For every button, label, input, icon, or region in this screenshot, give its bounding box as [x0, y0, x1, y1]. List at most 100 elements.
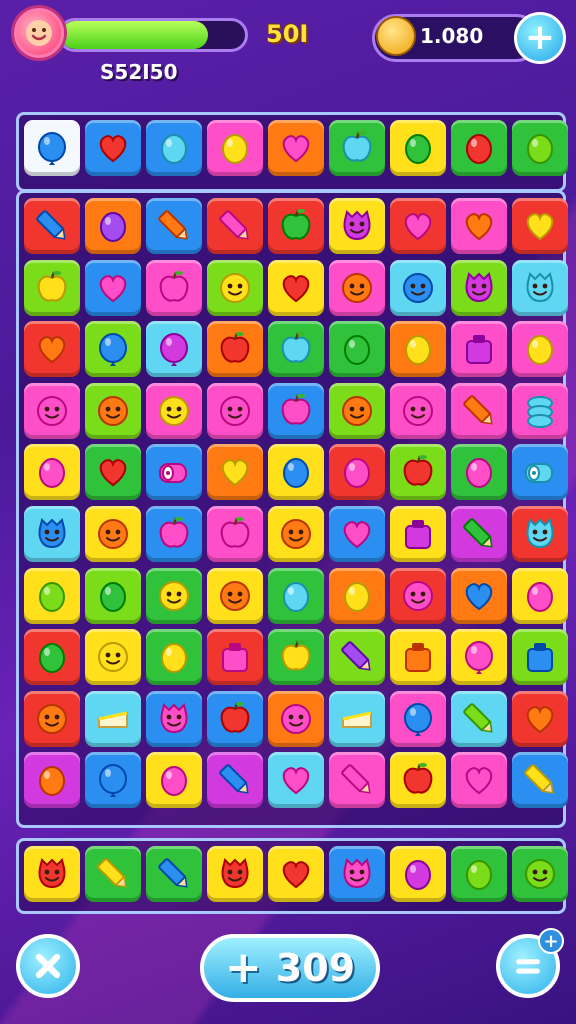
board-tile[interactable] — [390, 567, 446, 624]
moves-button[interactable]: + 309 — [200, 934, 380, 1002]
board-tile[interactable] — [207, 259, 263, 316]
board-tile[interactable] — [85, 629, 141, 686]
board-tile[interactable] — [146, 690, 202, 747]
board-tile[interactable] — [512, 629, 568, 686]
board-tile[interactable] — [512, 444, 568, 501]
board-tile[interactable] — [390, 629, 446, 686]
board-tile[interactable] — [24, 321, 80, 378]
top-tray-tile[interactable] — [390, 120, 446, 176]
top-tray-tile[interactable] — [451, 120, 507, 176]
board-tile[interactable] — [24, 690, 80, 747]
board-tile[interactable] — [451, 506, 507, 562]
board-tile[interactable] — [512, 690, 568, 747]
board-tile[interactable] — [24, 506, 80, 562]
board-tile[interactable] — [451, 567, 507, 624]
board-tile[interactable] — [512, 259, 568, 316]
top-tray-tile[interactable] — [512, 120, 568, 176]
board-tile[interactable] — [85, 752, 141, 809]
board-tile[interactable] — [24, 444, 80, 501]
board-tile[interactable] — [390, 506, 446, 562]
bottom-tray-tile[interactable] — [85, 846, 141, 902]
player-avatar[interactable] — [14, 8, 64, 58]
board-tile[interactable] — [207, 690, 263, 747]
board-tile[interactable] — [329, 382, 385, 439]
board-tile[interactable] — [207, 198, 263, 254]
board-tile[interactable] — [512, 567, 568, 624]
board-tile[interactable] — [512, 198, 568, 254]
close-button[interactable] — [16, 934, 80, 998]
board-tile[interactable] — [85, 690, 141, 747]
board-tile[interactable] — [390, 444, 446, 501]
board-tile[interactable] — [85, 506, 141, 562]
board-tile[interactable] — [390, 752, 446, 809]
board-tile[interactable] — [451, 198, 507, 254]
board-tile[interactable] — [207, 321, 263, 378]
board-tile[interactable] — [146, 198, 202, 254]
board-tile[interactable] — [329, 752, 385, 809]
board-tile[interactable] — [146, 321, 202, 378]
board-tile[interactable] — [85, 198, 141, 254]
board-tile[interactable] — [329, 444, 385, 501]
board-tile[interactable] — [85, 321, 141, 378]
board-tile[interactable] — [207, 382, 263, 439]
board-tile[interactable] — [24, 259, 80, 316]
board-tile[interactable] — [268, 444, 324, 501]
board-tile[interactable] — [512, 752, 568, 809]
board-tile[interactable] — [146, 382, 202, 439]
board-tile[interactable] — [146, 567, 202, 624]
board-tile[interactable] — [268, 198, 324, 254]
board-tile[interactable] — [268, 690, 324, 747]
board-tile[interactable] — [329, 506, 385, 562]
board-tile[interactable] — [146, 629, 202, 686]
board-tile[interactable] — [451, 444, 507, 501]
board-tile[interactable] — [24, 752, 80, 809]
board-tile[interactable] — [85, 567, 141, 624]
board-tile[interactable] — [268, 567, 324, 624]
bottom-tray-tile[interactable] — [329, 846, 385, 902]
board-tile[interactable] — [24, 567, 80, 624]
board-tile[interactable] — [207, 567, 263, 624]
board-tile[interactable] — [512, 321, 568, 378]
board-tile[interactable] — [268, 506, 324, 562]
board-tile[interactable] — [146, 506, 202, 562]
board-tile[interactable] — [268, 629, 324, 686]
board-tile[interactable] — [390, 321, 446, 378]
board-tile[interactable] — [451, 259, 507, 316]
board-tile[interactable] — [390, 690, 446, 747]
bottom-tray-tile[interactable] — [451, 846, 507, 902]
bottom-tray-tile[interactable] — [390, 846, 446, 902]
top-tray-tile[interactable] — [146, 120, 202, 176]
board-tile[interactable] — [512, 382, 568, 439]
board-tile[interactable] — [451, 629, 507, 686]
board-tile[interactable] — [207, 629, 263, 686]
board-tile[interactable] — [24, 198, 80, 254]
board-tile[interactable] — [207, 752, 263, 809]
board-tile[interactable] — [85, 382, 141, 439]
board-tile[interactable] — [451, 752, 507, 809]
board-tile[interactable] — [451, 690, 507, 747]
board-tile[interactable] — [146, 752, 202, 809]
board-tile[interactable] — [390, 259, 446, 316]
board-tile[interactable] — [512, 506, 568, 562]
board-tile[interactable] — [268, 321, 324, 378]
board-tile[interactable] — [390, 382, 446, 439]
board-tile[interactable] — [207, 506, 263, 562]
board-tile[interactable] — [268, 259, 324, 316]
board-tile[interactable] — [329, 198, 385, 254]
board-tile[interactable] — [329, 690, 385, 747]
board-tile[interactable] — [329, 629, 385, 686]
top-tray-tile[interactable] — [207, 120, 263, 176]
board-tile[interactable] — [24, 629, 80, 686]
bottom-tray-tile[interactable] — [146, 846, 202, 902]
bottom-tray-tile[interactable] — [268, 846, 324, 902]
board-tile[interactable] — [85, 259, 141, 316]
board-tile[interactable] — [207, 444, 263, 501]
board-tile[interactable] — [329, 259, 385, 316]
board-tile[interactable] — [24, 382, 80, 439]
top-tray-tile[interactable] — [24, 120, 80, 176]
bottom-tray-tile[interactable] — [24, 846, 80, 902]
board-tile[interactable] — [390, 198, 446, 254]
add-coins-button[interactable]: + — [514, 12, 566, 64]
top-tray-tile[interactable] — [329, 120, 385, 176]
board-tile[interactable] — [451, 321, 507, 378]
